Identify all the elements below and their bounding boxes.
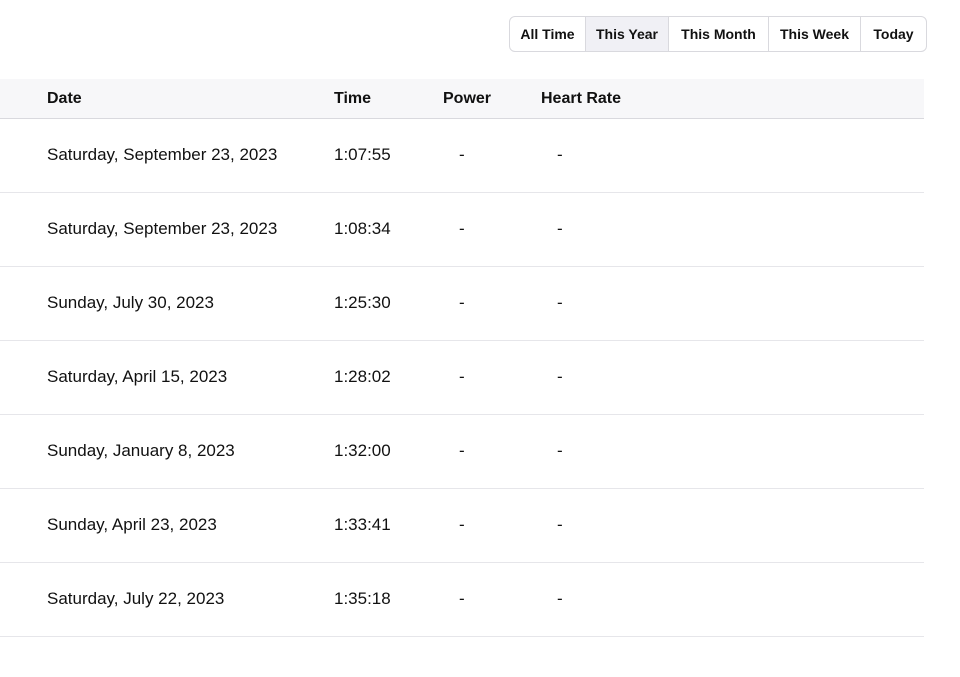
cell-heart-rate: -: [557, 219, 563, 238]
cell-time: 1:28:02: [334, 367, 391, 386]
cell-date: Saturday, July 22, 2023: [47, 589, 225, 608]
column-header-time[interactable]: Time: [334, 79, 371, 119]
cell-heart-rate: -: [557, 293, 563, 312]
cell-heart-rate: -: [557, 589, 563, 608]
cell-heart-rate: -: [557, 145, 563, 164]
cell-heart-rate: -: [557, 515, 563, 534]
cell-date: Saturday, April 15, 2023: [47, 367, 228, 386]
table-header: Date Time Power Heart Rate: [0, 79, 924, 119]
filter-this-week-button[interactable]: This Week: [769, 17, 861, 51]
cell-date: Saturday, September 23, 2023: [47, 219, 278, 238]
time-range-filter: All Time This Year This Month This Week …: [509, 16, 927, 52]
cell-time: 1:35:18: [334, 589, 391, 608]
table-row[interactable]: Sunday, April 23, 2023 1:33:41 - -: [0, 489, 924, 563]
filter-this-year-button[interactable]: This Year: [586, 17, 669, 51]
table-row[interactable]: Saturday, September 23, 2023 1:08:34 - -: [0, 193, 924, 267]
cell-date: Sunday, January 8, 2023: [47, 441, 235, 460]
cell-power: -: [459, 589, 465, 608]
cell-heart-rate: -: [557, 367, 563, 386]
column-header-heart-rate[interactable]: Heart Rate: [541, 79, 621, 119]
page: All Time This Year This Month This Week …: [0, 0, 960, 677]
cell-date: Sunday, April 23, 2023: [47, 515, 217, 534]
column-header-power[interactable]: Power: [443, 79, 491, 119]
table-row[interactable]: Saturday, April 15, 2023 1:28:02 - -: [0, 341, 924, 415]
filter-all-time-button[interactable]: All Time: [510, 17, 586, 51]
cell-power: -: [459, 145, 465, 164]
activity-table: Date Time Power Heart Rate Saturday, Sep…: [0, 79, 924, 637]
cell-power: -: [459, 293, 465, 312]
cell-power: -: [459, 515, 465, 534]
cell-power: -: [459, 441, 465, 460]
cell-time: 1:08:34: [334, 219, 391, 238]
cell-time: 1:25:30: [334, 293, 391, 312]
cell-heart-rate: -: [557, 441, 563, 460]
cell-power: -: [459, 367, 465, 386]
cell-date: Saturday, September 23, 2023: [47, 145, 278, 164]
filter-today-button[interactable]: Today: [861, 17, 926, 51]
table-row[interactable]: Saturday, July 22, 2023 1:35:18 - -: [0, 563, 924, 637]
cell-date: Sunday, July 30, 2023: [47, 293, 214, 312]
filter-this-month-button[interactable]: This Month: [669, 17, 769, 51]
cell-power: -: [459, 219, 465, 238]
cell-time: 1:33:41: [334, 515, 391, 534]
table-row[interactable]: Sunday, July 30, 2023 1:25:30 - -: [0, 267, 924, 341]
table-row[interactable]: Saturday, September 23, 2023 1:07:55 - -: [0, 119, 924, 193]
column-header-date[interactable]: Date: [47, 79, 82, 119]
cell-time: 1:32:00: [334, 441, 391, 460]
cell-time: 1:07:55: [334, 145, 391, 164]
table-row[interactable]: Sunday, January 8, 2023 1:32:00 - -: [0, 415, 924, 489]
